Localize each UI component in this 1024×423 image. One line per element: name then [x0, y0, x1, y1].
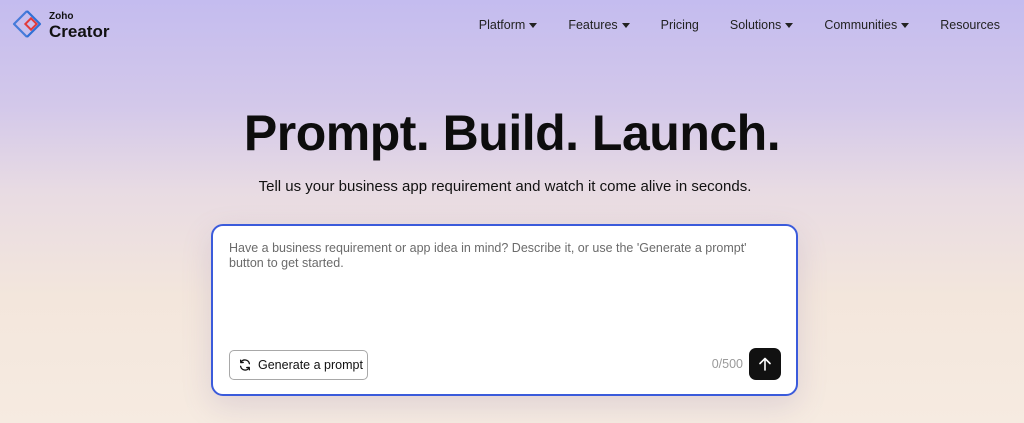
prompt-input-box[interactable]: Have a business requirement or app idea …: [211, 224, 798, 396]
send-button[interactable]: [749, 348, 781, 380]
nav-item-label: Platform: [478, 18, 526, 32]
prompt-textarea-placeholder[interactable]: Have a business requirement or app idea …: [229, 241, 774, 271]
nav-item-label: Communities: [824, 18, 898, 32]
nav-item-solutions[interactable]: Solutions: [729, 18, 794, 32]
logo-text: Zoho Creator: [49, 11, 110, 41]
generate-prompt-button[interactable]: Generate a prompt: [229, 350, 368, 380]
refresh-icon: [239, 359, 251, 371]
caret-down-icon: [785, 22, 794, 28]
hero-subtitle: Tell us your business app requirement an…: [258, 178, 752, 195]
caret-down-icon: [529, 22, 538, 28]
nav-item-platform[interactable]: Platform: [479, 18, 538, 32]
logo-brand-small: Zoho: [49, 11, 74, 22]
site-header: Zoho Creator Platform Features Pricing S…: [0, 0, 1024, 52]
nav-item-label: Resources: [940, 18, 1000, 32]
character-counter: 0/500: [711, 357, 743, 371]
generate-prompt-label: Generate a prompt: [258, 358, 363, 372]
nav-item-communities[interactable]: Communities: [824, 18, 910, 32]
zoho-creator-logo-icon: [12, 10, 42, 38]
logo-brand-name: Creator: [49, 22, 110, 41]
nav-item-label: Solutions: [729, 18, 782, 32]
zoho-creator-logo[interactable]: Zoho Creator: [10, 8, 120, 44]
nav-item-label: Features: [568, 18, 618, 32]
nav-item-pricing[interactable]: Pricing: [661, 18, 699, 32]
nav-item-resources[interactable]: Resources: [940, 18, 1000, 32]
caret-down-icon: [901, 22, 910, 28]
hero-title: Prompt. Build. Launch.: [243, 105, 781, 161]
nav-item-features[interactable]: Features: [568, 18, 630, 32]
caret-down-icon: [621, 22, 630, 28]
arrow-up-icon: [759, 357, 771, 371]
main-nav: Platform Features Pricing Solutions Comm…: [448, 18, 1000, 32]
nav-item-label: Pricing: [660, 18, 699, 32]
